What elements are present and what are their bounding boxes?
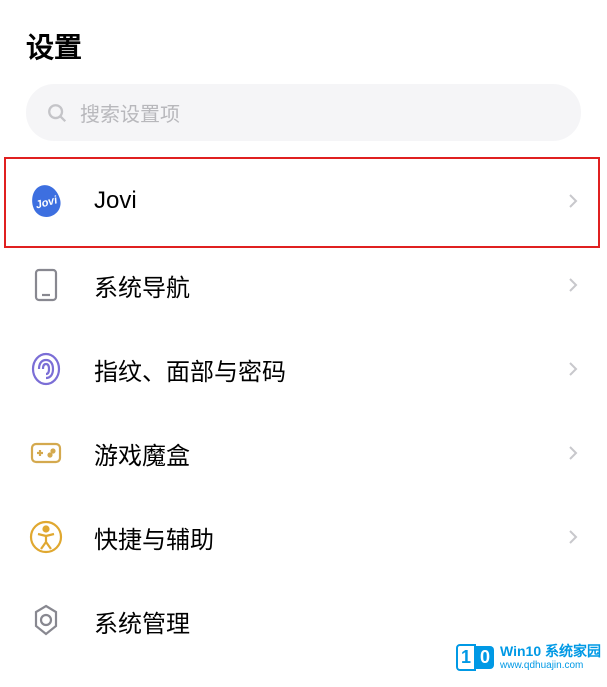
item-label: 系统导航 [94, 268, 537, 303]
list-item-biometrics[interactable]: 指纹、面部与密码 [0, 327, 607, 411]
item-label: 指纹、面部与密码 [94, 352, 537, 387]
watermark: 1 0 Win10 系统家园 www.qdhuajin.com [456, 644, 607, 671]
jovi-icon: Jovi [26, 181, 66, 221]
gear-icon [26, 601, 66, 641]
settings-list: Jovi Jovi 系统导航 [0, 159, 607, 663]
chevron-right-icon [565, 445, 581, 461]
watermark-title: Win10 系统家园 [500, 644, 601, 659]
chevron-right-icon [565, 193, 581, 209]
item-label: Jovi [94, 187, 537, 215]
list-item-gamebox[interactable]: 游戏魔盒 [0, 411, 607, 495]
watermark-url: www.qdhuajin.com [500, 660, 601, 671]
chevron-right-icon [565, 361, 581, 377]
item-label: 游戏魔盒 [94, 436, 537, 471]
watermark-logo: 1 0 [456, 644, 494, 671]
search-icon [46, 102, 68, 124]
list-item-jovi[interactable]: Jovi Jovi [0, 159, 607, 243]
accessibility-icon [26, 517, 66, 557]
page-title: 设置 [26, 26, 581, 66]
search-placeholder: 搜索设置项 [80, 98, 180, 127]
item-label: 系统管理 [94, 604, 581, 639]
item-label: 快捷与辅助 [94, 520, 537, 555]
list-item-accessibility[interactable]: 快捷与辅助 [0, 495, 607, 579]
fingerprint-icon [26, 349, 66, 389]
search-input[interactable]: 搜索设置项 [26, 84, 581, 141]
list-item-navigation[interactable]: 系统导航 [0, 243, 607, 327]
chevron-right-icon [565, 277, 581, 293]
header: 设置 [0, 0, 607, 84]
navigation-icon [26, 265, 66, 305]
gamepad-icon [26, 433, 66, 473]
chevron-right-icon [565, 529, 581, 545]
